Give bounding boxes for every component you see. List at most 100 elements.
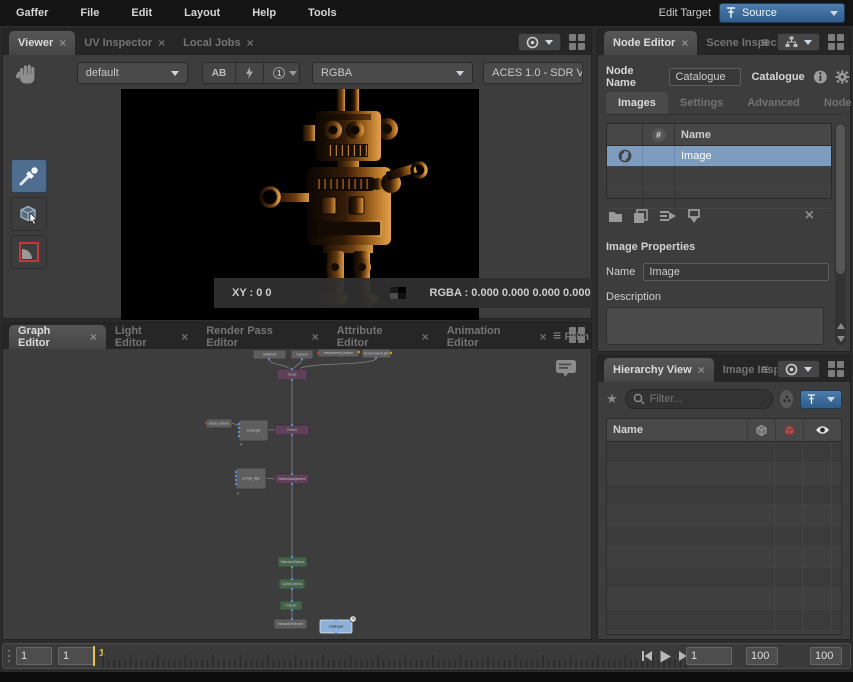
plug-dot[interactable] [235, 479, 237, 481]
bookmark-star-icon[interactable]: ★ [606, 391, 618, 407]
duplicate-icon[interactable] [633, 209, 649, 224]
tab-viewer[interactable]: Viewer× [9, 31, 75, 55]
tab-hierarchy-view[interactable]: Hierarchy View× [604, 358, 714, 382]
close-icon[interactable]: × [698, 365, 705, 375]
display-transform-button[interactable]: ACES 1.0 - SDR Vide [483, 62, 583, 84]
close-icon[interactable]: × [681, 38, 688, 48]
plug-dot[interactable] [291, 483, 293, 485]
plug-dot[interactable] [291, 434, 293, 436]
plug-dot[interactable] [205, 422, 207, 424]
close-icon[interactable]: × [247, 38, 254, 48]
plug-dot[interactable] [291, 473, 293, 475]
scroll-down-icon[interactable] [835, 333, 846, 345]
tab-images[interactable]: Images [606, 92, 668, 114]
image-row[interactable]: Image [607, 146, 831, 167]
pin-filter-dropdown[interactable] [800, 390, 842, 409]
plug-dot[interactable] [238, 435, 240, 437]
crop-window-tool-button[interactable] [11, 235, 47, 269]
menu-gaffer[interactable]: Gaffer [0, 7, 64, 19]
menu-tools[interactable]: Tools [292, 7, 353, 19]
expand-plus-icon[interactable]: + [240, 442, 243, 448]
close-icon[interactable]: × [90, 332, 97, 342]
annotation-bubble-icon[interactable] [555, 359, 577, 379]
tab-uv-inspector[interactable]: UV Inspector× [75, 31, 174, 55]
remove-image-icon[interactable]: × [805, 207, 814, 225]
plug-dot[interactable] [291, 588, 293, 590]
compare-ab-button[interactable]: AB [203, 63, 236, 83]
scroll-up-icon[interactable] [835, 320, 846, 332]
plug-dot[interactable] [335, 619, 337, 621]
playback-end-input[interactable] [746, 647, 778, 665]
lookthrough-menu-button[interactable] [518, 33, 561, 51]
tab-advanced[interactable]: Advanced [735, 92, 812, 114]
tab-settings[interactable]: Settings [668, 92, 735, 114]
tab-local-jobs[interactable]: Local Jobs× [174, 31, 262, 55]
plug-dot[interactable] [291, 566, 293, 568]
plug-dot[interactable] [238, 423, 240, 425]
close-icon[interactable]: × [181, 332, 188, 342]
plug-dot[interactable] [291, 618, 293, 620]
catalogue-output-button[interactable]: 1 [264, 63, 300, 83]
color-picker-tool-button[interactable] [11, 159, 47, 193]
tab-light-editor[interactable]: Light Editor× [106, 325, 197, 349]
plug-dot[interactable] [291, 368, 293, 370]
plug-dot[interactable] [291, 556, 293, 558]
tab-node[interactable]: Node [812, 92, 853, 114]
menu-edit[interactable]: Edit [115, 7, 168, 19]
visibility-column[interactable] [803, 419, 841, 441]
pan-tool-button[interactable] [11, 59, 41, 87]
tab-overflow-menu-icon[interactable]: ≡ [761, 362, 769, 376]
playback-start-input[interactable] [58, 647, 94, 665]
node-editor-scrollbar[interactable] [835, 123, 846, 345]
plug-dot[interactable] [268, 358, 270, 360]
play-icon[interactable] [659, 650, 672, 663]
plug-dot[interactable] [291, 600, 293, 602]
gear-icon[interactable] [835, 69, 850, 85]
tab-overflow-menu-icon[interactable]: ≡ [761, 35, 769, 49]
plug-dot[interactable] [291, 424, 293, 426]
image-name-input[interactable] [643, 263, 829, 281]
range-start-input[interactable] [16, 647, 52, 665]
filter-options-icon[interactable] [780, 390, 794, 408]
plug-dot[interactable] [235, 471, 237, 473]
export-icon[interactable] [659, 209, 677, 223]
description-textarea[interactable] [606, 307, 824, 345]
filter-search-box[interactable] [625, 389, 773, 409]
playhead[interactable] [93, 646, 95, 666]
frame-ruler[interactable] [101, 646, 687, 668]
plug-dot[interactable] [390, 352, 392, 354]
expand-plus-icon[interactable]: + [237, 491, 240, 497]
new-image-icon[interactable] [608, 209, 623, 223]
tab-overflow-menu-icon[interactable]: ≡ [553, 328, 561, 342]
menu-file[interactable]: File [64, 7, 115, 19]
tab-graph-editor[interactable]: Graph Editor× [9, 325, 106, 349]
plug-dot[interactable] [301, 358, 303, 360]
plug-dot[interactable] [238, 431, 240, 433]
tab-render-pass-editor[interactable]: Render Pass Editor× [197, 325, 327, 349]
layout-grid-icon[interactable] [569, 327, 585, 343]
tab-attribute-editor[interactable]: Attribute Editor× [328, 325, 438, 349]
close-icon[interactable]: × [59, 38, 66, 48]
close-icon[interactable]: × [422, 332, 429, 342]
inclusions-column[interactable] [747, 419, 775, 441]
layout-grid-icon[interactable] [828, 361, 844, 377]
focus-menu-button[interactable] [777, 360, 820, 378]
skip-to-start-icon[interactable] [641, 650, 653, 662]
plug-dot[interactable] [238, 427, 240, 429]
plug-dot[interactable] [358, 351, 360, 353]
plug-dot[interactable] [375, 357, 377, 359]
current-frame-input[interactable] [686, 647, 732, 665]
close-icon[interactable]: × [158, 38, 165, 48]
close-icon[interactable]: × [312, 332, 319, 342]
range-end-input[interactable] [810, 647, 842, 665]
tab-animation-editor[interactable]: Animation Editor× [438, 325, 556, 349]
channel-select-dropdown[interactable]: RGBA [312, 62, 473, 84]
editor-focus-menu-button[interactable] [777, 33, 820, 51]
menu-help[interactable]: Help [236, 7, 292, 19]
import-icon[interactable] [687, 209, 701, 224]
layout-grid-icon[interactable] [828, 34, 844, 50]
menu-layout[interactable]: Layout [168, 7, 236, 19]
node-name-input[interactable] [669, 68, 741, 86]
layout-grid-icon[interactable] [569, 34, 585, 50]
node-graph-canvas[interactable]: GafferBotCameraenvironment_textureEnviro… [3, 349, 591, 639]
